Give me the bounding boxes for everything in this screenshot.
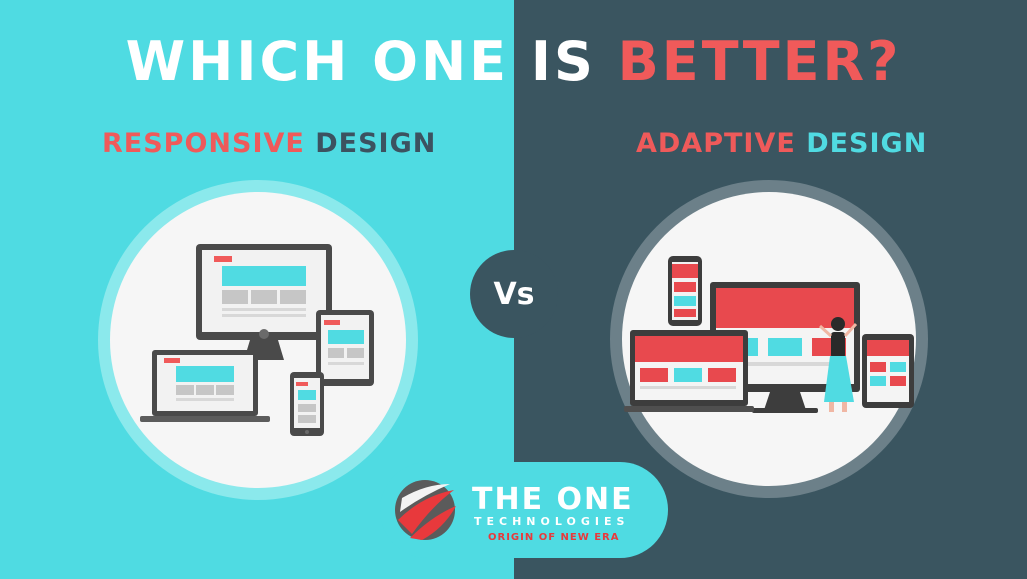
desktop-monitor-icon [196,244,332,360]
logo-subtitle: TECHNOLOGIES [474,515,630,528]
tablet-icon [316,310,374,386]
responsive-design-title: RESPONSIVE DESIGN [102,128,436,159]
tablet-icon [862,334,914,408]
logo-tagline: ORIGIN OF NEW ERA [488,532,620,543]
design-word-right: DESIGN [795,128,928,159]
responsive-devices-illustration [140,244,374,436]
logo-title: THE ONE [472,482,634,517]
headline-part-2: BETTER? [617,30,902,93]
phone-icon [668,256,702,326]
headline-part-1: WHICH ONE IS [125,30,618,93]
laptop-icon [140,350,270,422]
adaptive-devices-illustration [624,256,914,413]
company-logo-icon [395,480,456,540]
vs-badge: Vs [470,250,558,338]
design-word-left: DESIGN [304,128,437,159]
adaptive-word: ADAPTIVE [636,128,796,159]
responsive-word: RESPONSIVE [102,128,305,159]
phone-icon [290,372,324,436]
adaptive-design-title: ADAPTIVE DESIGN [636,128,927,159]
headline: WHICH ONE IS BETTER? [0,30,1027,93]
laptop-icon [624,330,754,412]
